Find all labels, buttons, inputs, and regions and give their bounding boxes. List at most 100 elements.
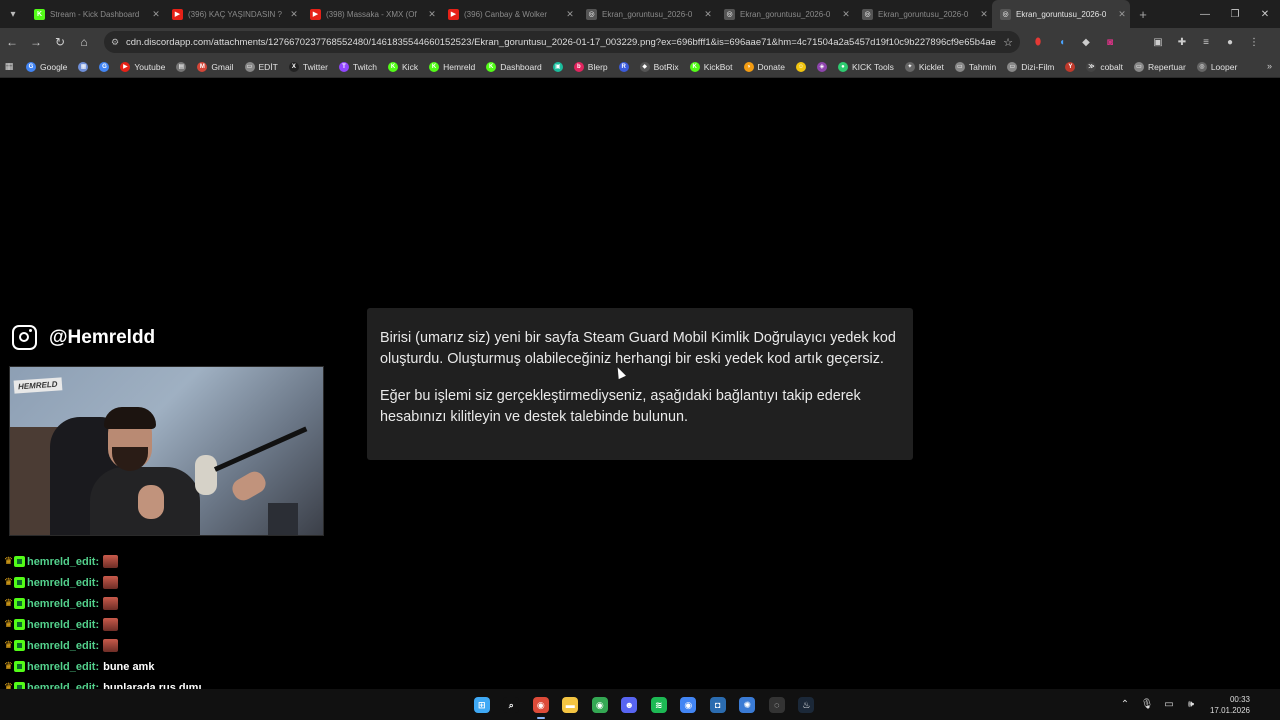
forward-icon[interactable]: → (24, 30, 48, 54)
taskbar-files-icon[interactable]: ▬ (556, 693, 586, 717)
chat-text: bune amk (103, 660, 155, 673)
emote-icon (103, 576, 119, 589)
bookmark-icon: ✦ (904, 61, 915, 72)
maximize-icon[interactable]: ❐ (1220, 0, 1250, 28)
extension-diamond-icon[interactable]: ◆ (1074, 37, 1098, 48)
bookmark-item[interactable]: ▭ Dizi-Film (1007, 61, 1054, 72)
tab-close-icon[interactable]: ✕ (700, 9, 716, 20)
instagram-overlay: @Hemreldd (12, 325, 155, 350)
bookmark-item[interactable]: ◈ (816, 61, 827, 72)
address-bar[interactable]: ⚙ cdn.discordapp.com/attachments/1276670… (104, 31, 1020, 53)
taskbar-discord-icon[interactable]: ☻ (615, 693, 645, 717)
pip-icon[interactable]: ▣ (1146, 37, 1170, 48)
extension-blue-icon[interactable]: ◖ (1050, 37, 1074, 48)
close-window-icon[interactable]: ✕ (1250, 0, 1280, 28)
tab-close-icon[interactable]: ✕ (1114, 9, 1130, 20)
discord-glyph-icon: ☻ (621, 697, 638, 713)
tab-title: Ekran_goruntusu_2026-0 (602, 9, 693, 19)
tab-close-icon[interactable]: ✕ (424, 9, 440, 20)
browser-tab[interactable]: K Stream - Kick Dashboard ✕ (26, 0, 164, 28)
bookmark-icon: ◑ (743, 61, 754, 72)
taskbar-start-icon[interactable]: ⊞ (467, 693, 497, 717)
bookmark-item[interactable]: ≫ cobalt (1086, 61, 1123, 72)
bookmark-item[interactable]: K KickBot (689, 61, 733, 72)
site-info-icon[interactable]: ⚙ (104, 37, 126, 48)
bookmark-item[interactable]: ● KICK Tools (837, 61, 894, 72)
bookmark-item[interactable]: ◑ Donate (743, 61, 785, 72)
bookmark-item[interactable]: K Dashboard (486, 61, 542, 72)
bookmark-item[interactable]: G Google (26, 61, 67, 72)
bookmark-item[interactable]: ▶ Youtube (120, 61, 166, 72)
taskbar-app-blue-icon[interactable]: ◘ (703, 693, 733, 717)
bookmark-item[interactable]: ▭ Tahmin (954, 61, 996, 72)
menu-kebab-icon[interactable]: ⋮ (1242, 37, 1266, 48)
bookmark-label: Youtube (134, 61, 166, 72)
tab-close-icon[interactable]: ✕ (838, 9, 854, 20)
extension-pink-icon[interactable]: ◙ (1098, 37, 1122, 48)
tab-close-icon[interactable]: ✕ (562, 9, 578, 20)
bookmark-item[interactable]: R (618, 61, 629, 72)
instagram-icon (12, 325, 37, 350)
bookmark-item[interactable]: ◎ Looper (1196, 61, 1237, 72)
tab-search-icon[interactable]: ▾ (0, 0, 26, 28)
bookmark-item[interactable]: ▭ Repertuar (1134, 61, 1186, 72)
browser-tab[interactable]: ◎ Ekran_goruntusu_2026-0 ✕ (992, 0, 1130, 28)
bookmark-item[interactable]: M Gmail (197, 61, 234, 72)
app-settings-glyph-icon: ✺ (739, 697, 756, 713)
bookmarks-overflow-icon[interactable]: » (1267, 61, 1272, 71)
clock[interactable]: 00:33 17.01.2026 (1210, 694, 1250, 716)
browser-tab[interactable]: ◎ Ekran_goruntusu_2026-0 ✕ (578, 0, 716, 28)
apps-grid-icon[interactable]: ▦ (4, 61, 14, 72)
toolbar-right: ▣ ✚ ≡ ● ⋮ (1146, 28, 1266, 56)
bookmark-item[interactable]: K Kick (388, 61, 418, 72)
home-icon[interactable]: ⌂ (72, 30, 96, 54)
taskbar-spotify-icon[interactable]: ≋ (644, 693, 674, 717)
bookmark-item[interactable]: ☺ (795, 61, 806, 72)
browser-tab[interactable]: ▶ (396) KAÇ YAŞINDASIN ? ✕ (164, 0, 302, 28)
bookmark-item[interactable]: ✦ Kicklet (904, 61, 944, 72)
chrome-glyph-icon: ◉ (532, 697, 549, 713)
browser-tab[interactable]: ◎ Ekran_goruntusu_2026-0 ✕ (854, 0, 992, 28)
new-tab-icon[interactable]: + (1130, 7, 1156, 22)
tray-chevron-icon[interactable]: ⌃ (1114, 699, 1136, 710)
taskbar-obs-icon[interactable]: ◌ (762, 693, 792, 717)
taskbar-chrome-2-icon[interactable]: ◉ (674, 693, 704, 717)
extension-red-icon[interactable]: ⬮ (1026, 37, 1050, 48)
bookmark-label: BotRix (653, 61, 679, 72)
bookmark-item[interactable]: b Blerp (573, 61, 608, 72)
browser-tab[interactable]: ▶ (396) Canbay & Wolker ✕ (440, 0, 578, 28)
bookmark-item[interactable]: ▦ (78, 61, 89, 72)
bookmark-star-icon[interactable]: ☆ (996, 36, 1020, 49)
tab-close-icon[interactable]: ✕ (148, 9, 164, 20)
taskbar-search-icon[interactable]: ⌕ (497, 693, 527, 717)
taskbar-steam-icon[interactable]: ♨ (792, 693, 822, 717)
bookmark-item[interactable]: ▭ EDİT (244, 61, 278, 72)
bookmark-item[interactable]: ◆ BotRix (639, 61, 679, 72)
browser-tab[interactable]: ▶ (398) Massaka - XMX (Of ✕ (302, 0, 440, 28)
tray-mic-icon[interactable]: 🎙︎ (1136, 699, 1158, 710)
taskbar-chrome-icon[interactable]: ◉ (526, 693, 556, 719)
bookmark-item[interactable]: ▤ (176, 61, 187, 72)
tab-close-icon[interactable]: ✕ (976, 9, 992, 20)
minimize-icon[interactable]: — (1190, 0, 1220, 28)
bookmark-item[interactable]: K Hemreld (429, 61, 475, 72)
bookmark-item[interactable]: X Twitter (288, 61, 328, 72)
browser-tab[interactable]: ◎ Ekran_goruntusu_2026-0 ✕ (716, 0, 854, 28)
tray-display-icon[interactable]: ▭ (1158, 699, 1180, 710)
extensions-puzzle-icon[interactable]: ✚ (1170, 37, 1194, 48)
tab-strip: ▾ K Stream - Kick Dashboard ✕ ▶ (396) KAÇ YA… (0, 0, 1280, 28)
url-text[interactable]: cdn.discordapp.com/attachments/127667023… (126, 37, 996, 48)
profile-avatar-icon[interactable]: ● (1218, 37, 1242, 48)
taskbar-chrome-profile-icon[interactable]: ◉ (585, 693, 615, 717)
bookmark-item[interactable]: T Twitch (338, 61, 377, 72)
bookmark-item[interactable]: Y (1065, 61, 1076, 72)
bookmark-item[interactable]: ▣ (552, 61, 563, 72)
tab-close-icon[interactable]: ✕ (286, 9, 302, 20)
bookmark-item[interactable]: G (99, 61, 110, 72)
reload-icon[interactable]: ↻ (48, 30, 72, 54)
media-icon[interactable]: ≡ (1194, 37, 1218, 48)
tray-volume-icon[interactable]: 🕪︎ (1180, 699, 1202, 710)
tab-title: Ekran_goruntusu_2026-0 (740, 9, 831, 19)
taskbar-app-settings-icon[interactable]: ✺ (733, 693, 763, 717)
back-icon[interactable]: ← (0, 30, 24, 54)
